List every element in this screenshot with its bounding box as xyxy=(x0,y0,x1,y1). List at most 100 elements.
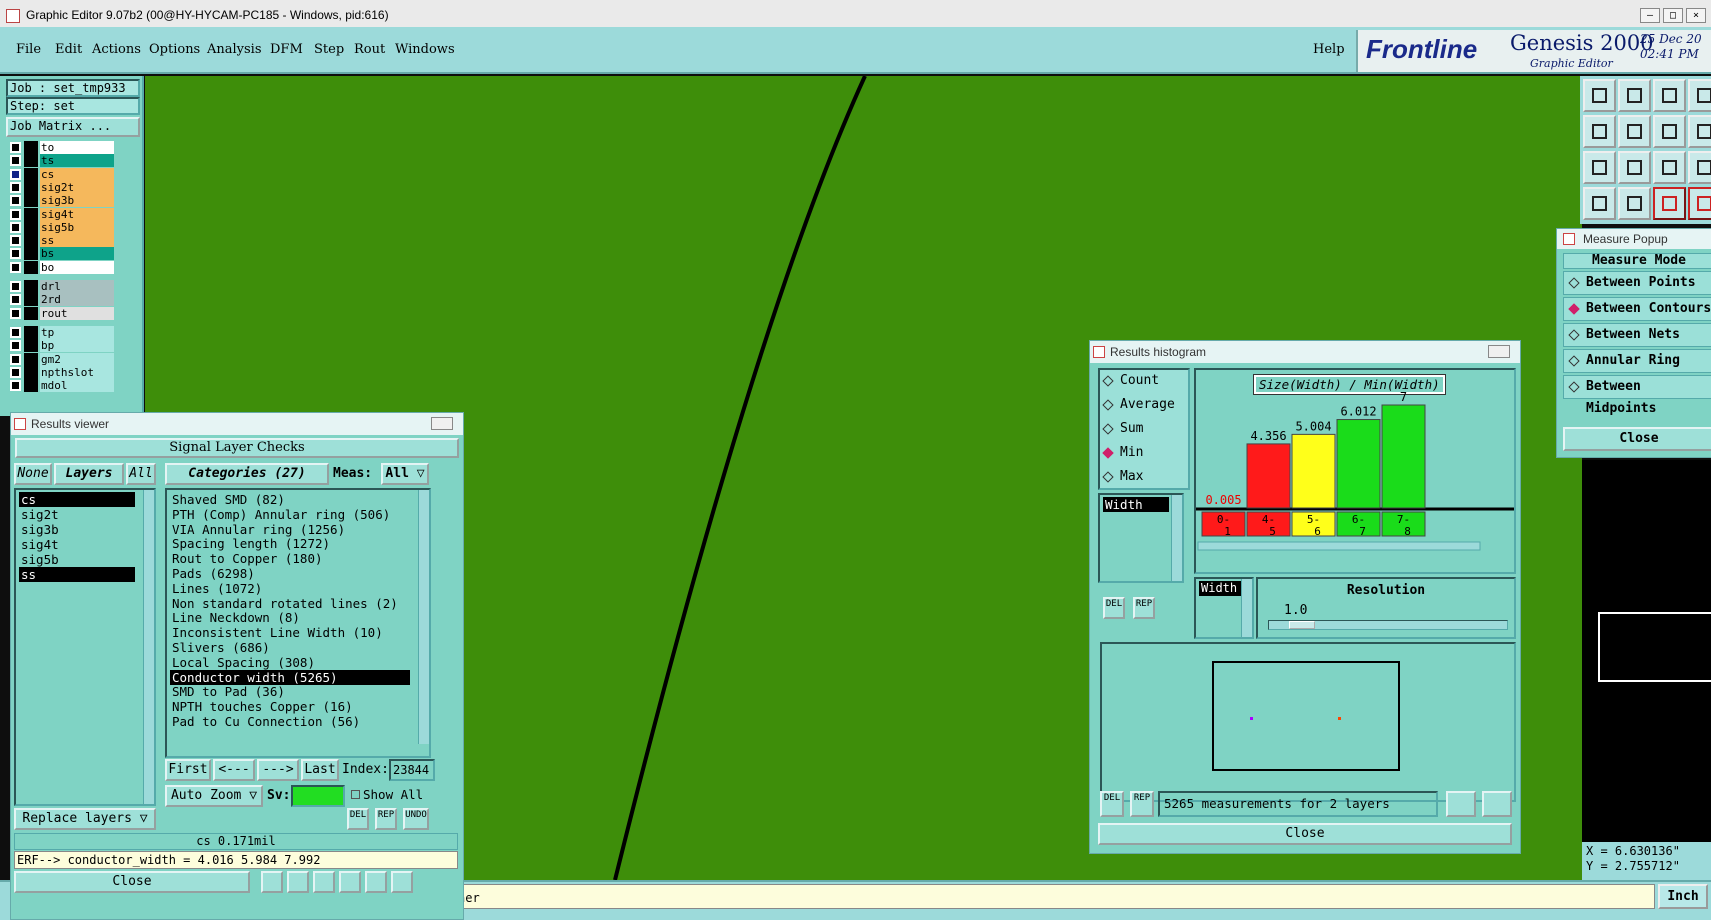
layer-checkbox[interactable] xyxy=(10,248,21,260)
layer-checkbox[interactable] xyxy=(10,307,21,319)
category-list-scrollbar[interactable] xyxy=(418,490,429,744)
job-matrix-button[interactable]: Job Matrix ... xyxy=(6,117,140,137)
auto-zoom-select[interactable]: Auto Zoom ▽ xyxy=(165,785,263,807)
measure-close-button[interactable]: Close xyxy=(1563,427,1711,451)
rv-tool2-icon[interactable] xyxy=(287,871,309,893)
prev-button[interactable]: <--- xyxy=(213,759,255,781)
rv-tool6-icon[interactable] xyxy=(391,871,413,893)
category-item[interactable]: Pads (6298) xyxy=(170,566,410,581)
minimize-button[interactable]: – xyxy=(1640,8,1660,23)
first-button[interactable]: First xyxy=(165,759,211,781)
layer-checkbox[interactable] xyxy=(10,155,21,167)
histogram-bar[interactable] xyxy=(1381,404,1426,509)
category-item[interactable]: Conductor width (5265) xyxy=(170,669,410,685)
measure-item-width[interactable]: Width xyxy=(1103,497,1169,512)
layer-checkbox[interactable] xyxy=(10,221,21,233)
layers-none-button[interactable]: None xyxy=(14,463,52,485)
layer-checkbox[interactable] xyxy=(10,142,21,153)
layer-row-ts[interactable]: ts xyxy=(10,154,114,168)
resolution-slider[interactable] xyxy=(1268,620,1508,630)
menu-analysis[interactable]: Analysis xyxy=(207,42,262,57)
result-layer-item[interactable]: sig4t xyxy=(19,537,135,552)
fit-screen-icon[interactable] xyxy=(1583,151,1616,184)
layer-checkbox[interactable] xyxy=(10,366,21,378)
layers-all-button[interactable]: All xyxy=(126,463,156,485)
layer-checkbox[interactable] xyxy=(10,235,21,247)
layer-row-to[interactable]: to xyxy=(10,141,114,154)
histogram-rep-button[interactable]: REP xyxy=(1133,597,1155,619)
help-icon[interactable] xyxy=(1688,151,1711,184)
measure-option-annular-ring[interactable]: Annular Ring xyxy=(1563,349,1711,373)
grid-toggle-icon[interactable] xyxy=(1618,187,1651,220)
option-count[interactable]: Count xyxy=(1102,370,1190,394)
layer-checkbox[interactable] xyxy=(10,380,21,392)
histogram-close-icon[interactable] xyxy=(1488,345,1510,358)
bin-scrollbar[interactable] xyxy=(1197,541,1481,551)
next-button[interactable]: ---> xyxy=(257,759,299,781)
category-item[interactable]: NPTH touches Copper (16) xyxy=(170,699,410,714)
layer-row-rout[interactable]: rout xyxy=(10,306,114,320)
layer-checkbox[interactable] xyxy=(10,281,21,292)
option-max[interactable]: Max xyxy=(1102,466,1190,490)
category-item[interactable]: PTH (Comp) Annular ring (506) xyxy=(170,507,410,522)
measure-icon[interactable] xyxy=(1653,187,1686,220)
layer-checkbox[interactable] xyxy=(10,326,21,338)
index-input[interactable]: 23844 xyxy=(389,759,435,781)
home-icon[interactable] xyxy=(1653,79,1686,112)
menu-step[interactable]: Step xyxy=(314,42,344,57)
result-layer-item[interactable]: ss xyxy=(19,567,135,582)
layer-checkbox[interactable] xyxy=(10,261,21,273)
category-item[interactable]: Rout to Copper (180) xyxy=(170,551,410,566)
layer-checkbox[interactable] xyxy=(10,294,21,306)
measure-option-between-contours[interactable]: Between Contours xyxy=(1563,297,1711,321)
units-button[interactable]: Inch xyxy=(1658,884,1708,909)
measure-option-between-nets[interactable]: Between Nets xyxy=(1563,323,1711,347)
histogram-del-button[interactable]: DEL xyxy=(1103,597,1125,619)
category-item[interactable]: Local Spacing (308) xyxy=(170,655,410,670)
zoom-home-icon[interactable] xyxy=(1583,79,1616,112)
snap-icon[interactable] xyxy=(1583,187,1616,220)
fit-profile-icon[interactable] xyxy=(1618,151,1651,184)
zoom-in-icon[interactable] xyxy=(1618,79,1651,112)
pan-left-icon[interactable] xyxy=(1583,115,1616,148)
layer-row-gm2[interactable]: gm2 xyxy=(10,352,114,366)
replace-layers-select[interactable]: Replace layers ▽ xyxy=(14,808,156,830)
layer-row-bo[interactable]: bo xyxy=(10,260,114,274)
results-viewer-close-icon[interactable] xyxy=(431,417,453,430)
rv-undo-button[interactable]: UNDO xyxy=(403,808,429,830)
category-item[interactable]: Lines (1072) xyxy=(170,581,410,596)
histogram-bar[interactable] xyxy=(1246,443,1291,509)
category-item[interactable]: SMD to Pad (36) xyxy=(170,684,410,699)
layer-row-sig3b[interactable]: sig3b xyxy=(10,194,114,208)
layer-checkbox[interactable] xyxy=(10,168,21,180)
menu-file[interactable]: File xyxy=(16,42,41,57)
histogram-bar[interactable] xyxy=(1336,419,1381,509)
layer-checkbox[interactable] xyxy=(10,208,21,220)
scale-one-to-two-icon[interactable] xyxy=(1653,151,1686,184)
close-window-button[interactable]: × xyxy=(1686,8,1706,23)
rv-tool5-icon[interactable] xyxy=(365,871,387,893)
layer-row-bs[interactable]: bs xyxy=(10,247,114,261)
layer-row-sig2t[interactable]: sig2t xyxy=(10,180,114,194)
layer-row-mdol[interactable]: mdol xyxy=(10,379,114,393)
layer-checkbox[interactable] xyxy=(10,195,21,207)
rv-del-button[interactable]: DEL xyxy=(347,808,369,830)
category-item[interactable]: Non standard rotated lines (2) xyxy=(170,596,410,611)
command-input[interactable]: ner xyxy=(455,884,1655,909)
menu-actions[interactable]: Actions xyxy=(92,42,141,57)
result-layer-item[interactable]: cs xyxy=(19,492,135,507)
category-item[interactable]: Line Neckdown (8) xyxy=(170,610,410,625)
width-item[interactable]: Width xyxy=(1199,581,1243,596)
layer-row-2rd[interactable]: 2rd xyxy=(10,293,114,307)
width-list-scrollbar[interactable] xyxy=(1241,579,1252,637)
rv-tool4-icon[interactable] xyxy=(339,871,361,893)
grid-icon[interactable] xyxy=(1688,115,1711,148)
menu-options[interactable]: Options xyxy=(149,42,200,57)
layer-row-sig4t[interactable]: sig4t xyxy=(10,207,114,221)
result-layer-item[interactable]: sig5b xyxy=(19,552,135,567)
category-item[interactable]: Shaved SMD (82) xyxy=(170,492,410,507)
maximize-button[interactable]: □ xyxy=(1663,8,1683,23)
category-item[interactable]: Slivers (686) xyxy=(170,640,410,655)
measure-option-between-midpoints[interactable]: Between Midpoints xyxy=(1563,375,1711,416)
show-all-checkbox[interactable]: Show All xyxy=(351,787,423,802)
